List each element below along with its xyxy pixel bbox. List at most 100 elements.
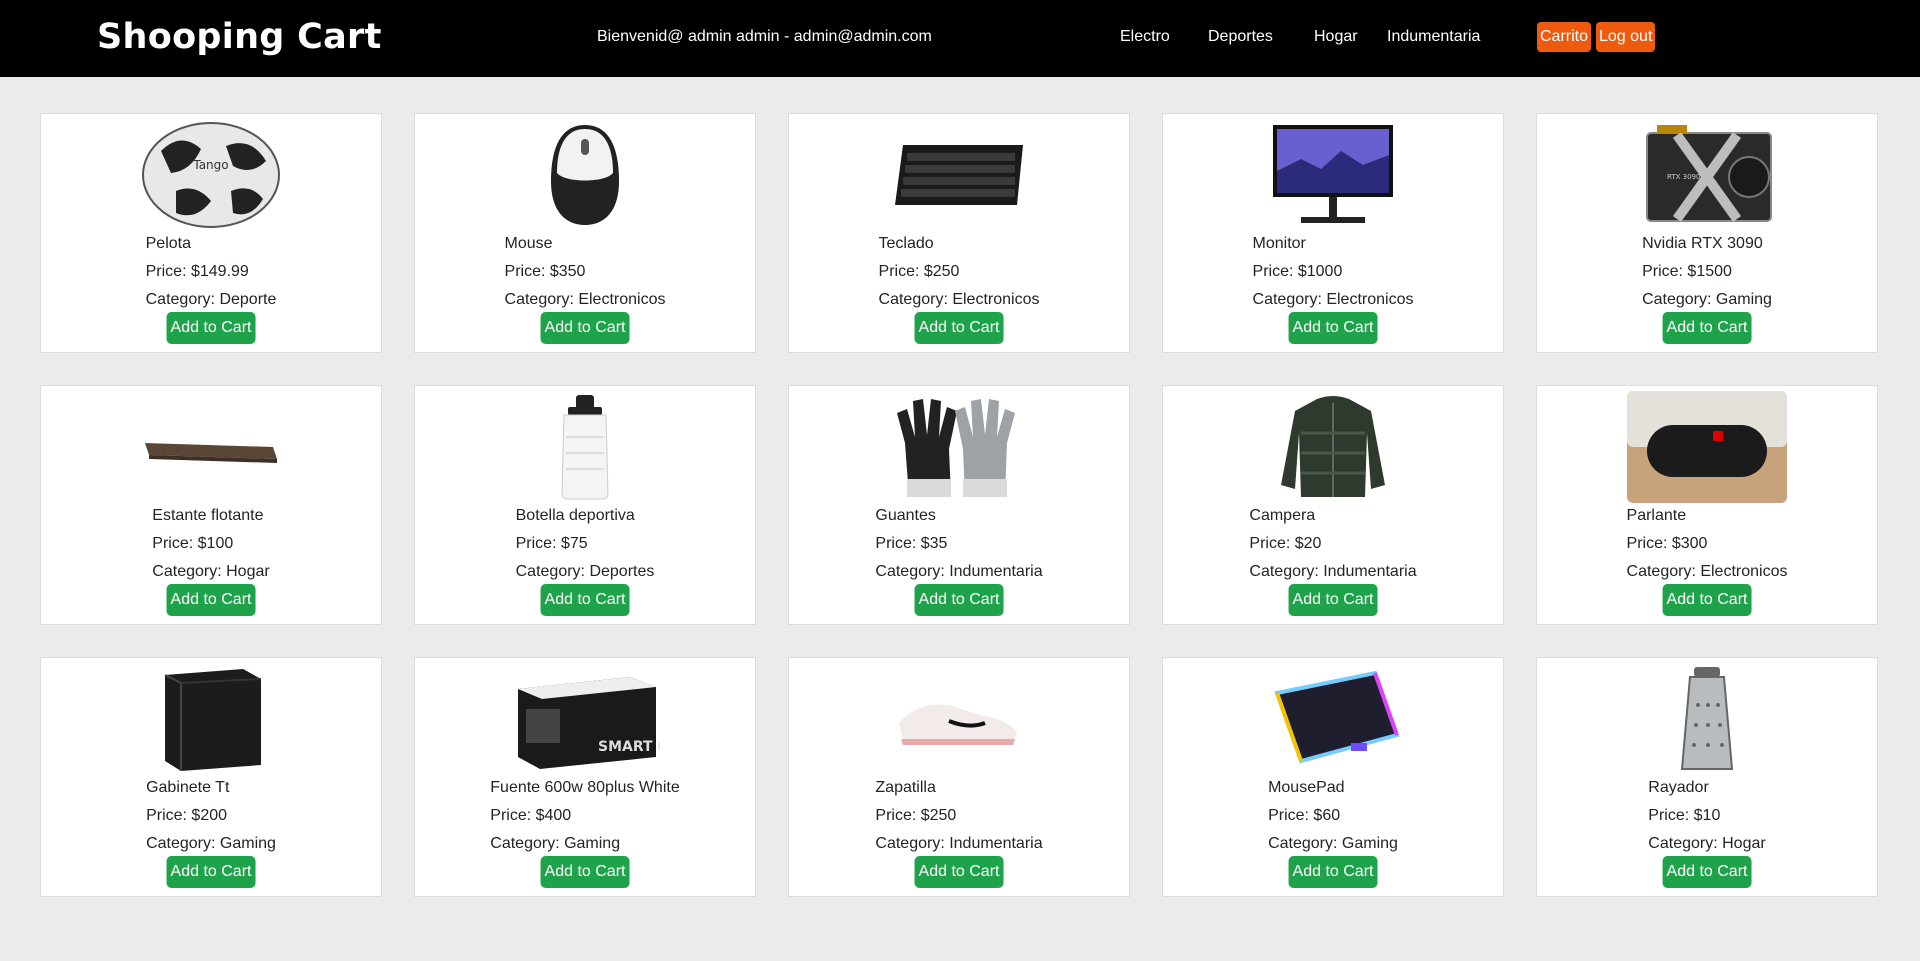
add-to-cart-button[interactable]: Add to Cart (166, 856, 256, 888)
product-card: Zapatilla Price: $250 Category: Indumentar… (788, 657, 1130, 897)
logout-button[interactable]: Log out (1596, 22, 1656, 52)
product-price: Price: $1500 (1642, 258, 1732, 286)
price-value: $1000 (1297, 263, 1343, 280)
product-name: Monitor (1252, 235, 1306, 252)
top-navbar: Shooping Cart Bienvenid@ admin admin - a… (0, 0, 1920, 77)
category-label: Category: (146, 835, 220, 852)
nav-indumentaria[interactable]: Indumentaria (1387, 28, 1480, 46)
product-category: Category: Gaming (146, 830, 276, 858)
category-label: Category: (1626, 563, 1701, 580)
price-label: Price: (1249, 535, 1295, 552)
category-value: Electronicos (578, 291, 666, 308)
add-to-cart-button[interactable]: Add to Cart (166, 312, 256, 344)
power-supply-icon: SMART 600W (518, 677, 660, 769)
product-category: Category: Gaming (490, 830, 620, 858)
product-image[interactable]: Tango (41, 119, 381, 231)
category-value: Indumentaria (1323, 563, 1417, 580)
add-to-cart-button[interactable]: Add to Cart (540, 584, 630, 616)
cart-button[interactable]: Carrito (1537, 22, 1592, 52)
category-label: Category: (878, 291, 953, 308)
category-value: Gaming (1341, 835, 1398, 852)
category-label: Category: (1642, 291, 1716, 308)
product-image[interactable] (41, 391, 381, 503)
product-price: Price: $250 (879, 258, 960, 286)
add-to-cart-button[interactable]: Add to Cart (540, 856, 630, 888)
keyboard-icon (895, 145, 1023, 205)
product-image[interactable]: SMART 600W (415, 663, 755, 775)
product-category: Category: Hogar (1648, 830, 1765, 858)
category-label: Category: (875, 835, 950, 852)
product-info: Parlante Price: $300 Category: Electronico… (1537, 502, 1877, 586)
product-info: Fuente 600w 80plus White Price: $400 Categ… (415, 774, 755, 858)
price-label: Price: (1268, 807, 1314, 824)
price-value: $10 (1693, 807, 1721, 824)
add-to-cart-button[interactable]: Add to Cart (1288, 312, 1378, 344)
add-to-cart-button[interactable]: Add to Cart (1662, 312, 1752, 344)
product-image[interactable] (789, 119, 1129, 231)
price-label: Price: (1626, 535, 1672, 552)
product-info: Teclado Price: $250 Category: Electronicos (789, 230, 1129, 314)
speaker-icon (1627, 391, 1787, 503)
product-image[interactable]: RTX 3090 (1537, 119, 1877, 231)
add-to-cart-button[interactable]: Add to Cart (914, 584, 1004, 616)
price-value: $300 (1671, 535, 1708, 552)
product-price: Price: $200 (146, 802, 227, 830)
pc-case-icon (164, 669, 262, 771)
product-info: Pelota Price: $149.99 Category: Deporte (41, 230, 381, 314)
product-name: Mouse (504, 235, 553, 252)
product-card: Guantes Price: $35 Category: Indumentaria A… (788, 385, 1130, 625)
product-image[interactable] (415, 119, 755, 231)
product-image[interactable] (789, 663, 1129, 775)
product-category: Category: Electronicos (1627, 558, 1788, 586)
product-grid: Tango Pelota Price: $149.99 Category: Depor… (40, 113, 1878, 897)
add-to-cart-button[interactable]: Add to Cart (166, 584, 256, 616)
grater-icon (1680, 667, 1734, 770)
price-value: $20 (1294, 535, 1322, 552)
add-to-cart-button[interactable]: Add to Cart (1288, 856, 1378, 888)
nav-hogar[interactable]: Hogar (1314, 28, 1358, 46)
product-category: Category: Deporte (146, 286, 277, 314)
price-label: Price: (515, 535, 561, 552)
add-to-cart-button[interactable]: Add to Cart (914, 856, 1004, 888)
product-image[interactable] (1163, 663, 1503, 775)
product-card: Campera Price: $20 Category: Indumentaria A… (1162, 385, 1504, 625)
add-to-cart-button[interactable]: Add to Cart (1288, 584, 1378, 616)
price-value: $35 (920, 535, 948, 552)
product-image[interactable] (1163, 119, 1503, 231)
price-label: Price: (152, 535, 198, 552)
nav-deportes[interactable]: Deportes (1208, 28, 1273, 46)
product-image[interactable] (789, 391, 1129, 503)
product-image[interactable] (1537, 391, 1877, 503)
shelf-icon (145, 443, 277, 463)
add-to-cart-button[interactable]: Add to Cart (540, 312, 630, 344)
category-label: Category: (1648, 835, 1723, 852)
price-label: Price: (1252, 263, 1298, 280)
product-info: Monitor Price: $1000 Category: Electronico… (1163, 230, 1503, 314)
product-image[interactable] (1163, 391, 1503, 503)
product-name: Nvidia RTX 3090 (1642, 235, 1763, 252)
category-label: Category: (1252, 291, 1327, 308)
product-image[interactable] (41, 663, 381, 775)
add-to-cart-button[interactable]: Add to Cart (1662, 856, 1752, 888)
product-price: Price: $100 (152, 530, 233, 558)
product-card: Monitor Price: $1000 Category: Electronico… (1162, 113, 1504, 353)
price-value: $400 (535, 807, 572, 824)
product-image[interactable] (415, 391, 755, 503)
monitor-icon (1273, 125, 1393, 223)
category-value: Gaming (1715, 291, 1772, 308)
price-value: $1500 (1687, 263, 1732, 280)
category-value: Hogar (226, 563, 270, 580)
product-image[interactable] (1537, 663, 1877, 775)
product-card: Mouse Price: $350 Category: Electronicos Ad… (414, 113, 756, 353)
product-name: Teclado (878, 235, 934, 252)
price-label: Price: (1648, 807, 1694, 824)
price-label: Price: (490, 807, 536, 824)
product-info: Campera Price: $20 Category: Indumentaria (1163, 502, 1503, 586)
add-to-cart-button[interactable]: Add to Cart (1662, 584, 1752, 616)
nav-electro[interactable]: Electro (1120, 28, 1170, 46)
brand-title[interactable]: Shooping Cart (97, 17, 382, 57)
category-value: Indumentaria (949, 835, 1043, 852)
product-category: Category: Electronicos (1253, 286, 1414, 314)
add-to-cart-button[interactable]: Add to Cart (914, 312, 1004, 344)
jacket-icon (1281, 396, 1385, 497)
